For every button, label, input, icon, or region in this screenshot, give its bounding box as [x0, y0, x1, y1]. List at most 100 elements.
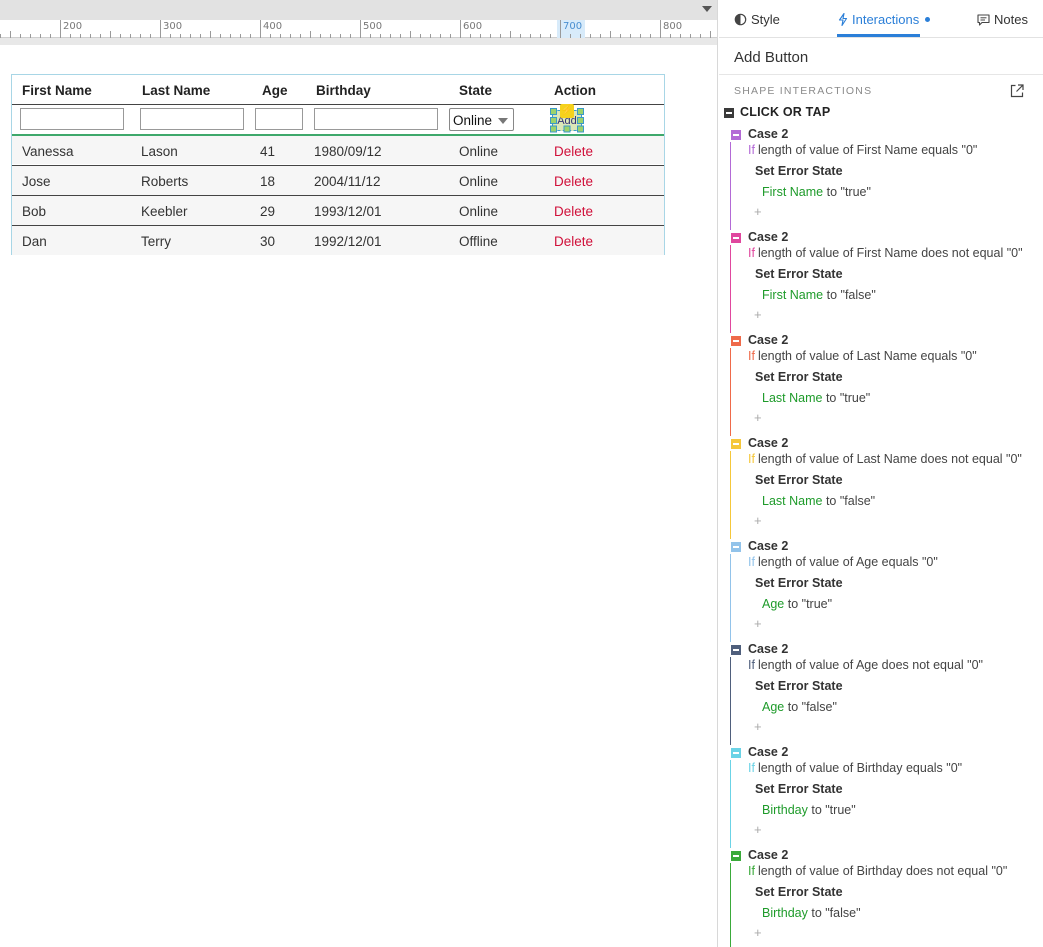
condition-text: length of value of Age equals "0": [757, 555, 938, 569]
add-action-button[interactable]: +: [754, 719, 762, 734]
action-target[interactable]: Last Name to "false": [762, 494, 875, 508]
collapse-case-icon[interactable]: [731, 336, 741, 346]
delete-link[interactable]: Delete: [554, 234, 593, 249]
add-action-button[interactable]: +: [754, 925, 762, 940]
header-birthday: Birthday: [316, 83, 371, 98]
canvas-top-gutter: [0, 38, 717, 45]
case-name[interactable]: Case 2: [748, 436, 788, 450]
action-target[interactable]: First Name to "false": [762, 288, 876, 302]
action-target[interactable]: Birthday to "false": [762, 906, 861, 920]
delete-link[interactable]: Delete: [554, 204, 593, 219]
action-name[interactable]: Set Error State: [755, 267, 843, 281]
action-name[interactable]: Set Error State: [755, 885, 843, 899]
interaction-case: Case 2 If length of value of Age does not …: [719, 642, 1043, 748]
target-value: to "false": [826, 288, 876, 302]
action-target[interactable]: First Name to "true": [762, 185, 871, 199]
case-condition[interactable]: If length of value of Age equals "0": [748, 555, 938, 569]
target-value: to "false": [825, 494, 876, 508]
ruler-menu-chevron-icon[interactable]: [702, 6, 712, 12]
case-condition[interactable]: If length of value of Last Name equals "0…: [748, 349, 977, 363]
collapse-event-icon[interactable]: [724, 108, 734, 118]
event-label: CLICK OR TAP: [740, 105, 831, 119]
target-value: to "true": [787, 597, 833, 611]
collapse-case-icon[interactable]: [731, 439, 741, 449]
case-name[interactable]: Case 2: [748, 848, 788, 862]
notes-icon: [977, 13, 990, 26]
add-action-button[interactable]: +: [754, 616, 762, 631]
tab-notes[interactable]: Notes: [977, 12, 1028, 27]
case-condition[interactable]: If length of value of Last Name does not …: [748, 452, 1022, 466]
state-select[interactable]: Online: [449, 108, 514, 131]
cell-first-name: Dan: [22, 234, 47, 249]
add-action-button[interactable]: +: [754, 204, 762, 219]
add-action-button[interactable]: +: [754, 307, 762, 322]
action-name[interactable]: Set Error State: [755, 473, 843, 487]
birthday-input[interactable]: [314, 108, 438, 130]
collapse-case-icon[interactable]: [731, 542, 741, 552]
table-row: Bob Keebler 29 1993/12/01 Online Delete: [12, 195, 664, 225]
unsaved-dot-icon: [925, 17, 931, 22]
interaction-case: Case 2 If length of value of Birthday equa…: [719, 745, 1043, 851]
table-row: Vanessa Lason 41 1980/09/12 Online Delet…: [12, 134, 664, 164]
section-label: SHAPE INTERACTIONS: [734, 85, 873, 97]
action-name[interactable]: Set Error State: [755, 164, 843, 178]
case-name[interactable]: Case 2: [748, 333, 788, 347]
add-action-button[interactable]: +: [754, 410, 762, 425]
cell-state: Offline: [459, 234, 498, 249]
collapse-case-icon[interactable]: [731, 130, 741, 140]
target-value: to "false": [787, 700, 837, 714]
action-name[interactable]: Set Error State: [755, 576, 843, 590]
interaction-case: Case 2 If length of value of Age equals "0…: [719, 539, 1043, 645]
target-widget: Age: [762, 597, 785, 611]
case-condition[interactable]: If length of value of First Name does not…: [748, 246, 1023, 260]
case-condition[interactable]: If length of value of Birthday does not e…: [748, 864, 1007, 878]
cell-first-name: Vanessa: [22, 144, 74, 159]
collapse-case-icon[interactable]: [731, 645, 741, 655]
collapse-case-icon[interactable]: [731, 851, 741, 861]
action-target[interactable]: Last Name to "true": [762, 391, 870, 405]
header-age: Age: [262, 83, 288, 98]
external-link-icon[interactable]: [1009, 83, 1025, 99]
active-tab-indicator: [837, 34, 920, 37]
action-name[interactable]: Set Error State: [755, 679, 843, 693]
interaction-case: Case 2 If length of value of Last Name equ…: [719, 333, 1043, 439]
if-keyword: If: [748, 555, 755, 569]
action-target[interactable]: Age to "false": [762, 700, 837, 714]
tab-style[interactable]: Style: [734, 12, 780, 27]
case-color-bar: [730, 142, 731, 230]
action-name[interactable]: Set Error State: [755, 782, 843, 796]
condition-text: length of value of Birthday equals "0": [757, 761, 963, 775]
first-name-input[interactable]: [20, 108, 124, 130]
horizontal-ruler: 200 300 400 500 600 700 800: [0, 20, 717, 38]
action-name[interactable]: Set Error State: [755, 370, 843, 384]
case-condition[interactable]: If length of value of Age does not equal …: [748, 658, 983, 672]
case-condition[interactable]: If length of value of Birthday equals "0": [748, 761, 962, 775]
delete-link[interactable]: Delete: [554, 174, 593, 189]
case-condition[interactable]: If length of value of First Name equals "…: [748, 143, 977, 157]
add-action-button[interactable]: +: [754, 513, 762, 528]
age-input[interactable]: [255, 108, 303, 130]
canvas-area[interactable]: 200 300 400 500 600 700 800 First Name L…: [0, 0, 718, 947]
condition-text: length of value of Age does not equal "0…: [757, 658, 983, 672]
interaction-case: Case 2 If length of value of First Name eq…: [719, 127, 1043, 233]
case-color-bar: [730, 863, 731, 947]
case-name[interactable]: Case 2: [748, 642, 788, 656]
case-color-bar: [730, 657, 731, 745]
tab-interactions[interactable]: Interactions: [838, 12, 931, 27]
last-name-input[interactable]: [140, 108, 244, 130]
case-color-bar: [730, 245, 731, 333]
cell-age: 29: [260, 204, 276, 219]
if-keyword: If: [748, 246, 755, 260]
delete-link[interactable]: Delete: [554, 144, 593, 159]
cell-birthday: 2004/11/12: [314, 174, 381, 189]
case-name[interactable]: Case 2: [748, 230, 788, 244]
panel-tabs: Style Interactions Notes: [719, 0, 1043, 38]
add-action-button[interactable]: +: [754, 822, 762, 837]
action-target[interactable]: Age to "true": [762, 597, 832, 611]
collapse-case-icon[interactable]: [731, 748, 741, 758]
case-name[interactable]: Case 2: [748, 127, 788, 141]
action-target[interactable]: Birthday to "true": [762, 803, 856, 817]
case-name[interactable]: Case 2: [748, 745, 788, 759]
case-name[interactable]: Case 2: [748, 539, 788, 553]
collapse-case-icon[interactable]: [731, 233, 741, 243]
